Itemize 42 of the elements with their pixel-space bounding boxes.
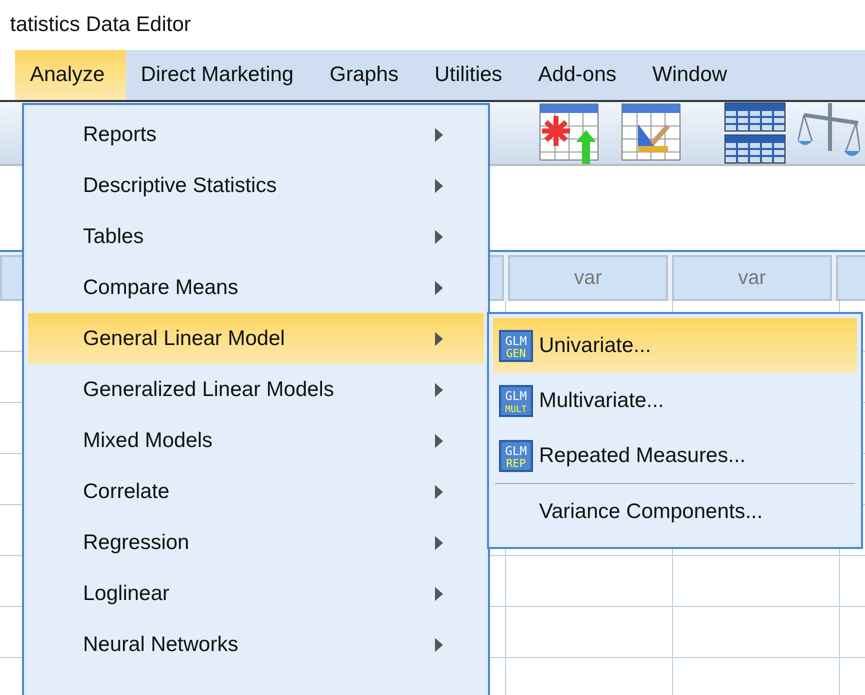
menu-item[interactable]: Neural Networks <box>28 619 484 670</box>
glm-icon: GLM MULT <box>499 384 533 416</box>
menu-item[interactable]: GLM REP Repeated Measures... <box>493 428 857 483</box>
menu-item-label: Univariate... <box>539 334 652 358</box>
insert-cases-icon[interactable] <box>538 102 600 164</box>
menu-item-label: Loglinear <box>83 582 170 606</box>
menu-item[interactable]: Descriptive Statistics <box>28 160 484 211</box>
menu-bar-item[interactable]: Window <box>637 50 748 100</box>
menu-item[interactable]: Compare Means <box>28 262 484 313</box>
menu-bar-item[interactable]: Add-ons <box>523 50 638 100</box>
menu-item[interactable]: Reports <box>28 109 484 160</box>
menu-item-label: Mixed Models <box>83 428 214 452</box>
menu-item-label: General Linear Model <box>83 326 286 350</box>
menu-bar-item[interactable]: Analyze <box>15 50 126 100</box>
menu-item[interactable]: General Linear Model <box>28 313 484 364</box>
glm-icon: GLM GEN <box>499 330 533 362</box>
menu-item-label: Generalized Linear Models <box>83 378 335 402</box>
menu-item[interactable]: Variance Components... <box>493 484 857 539</box>
menu-item-label: Multivariate... <box>539 388 664 412</box>
menu-item[interactable]: Correlate <box>28 466 484 517</box>
menu-item-label: Tables <box>83 224 145 248</box>
menu-item[interactable]: GLM MULT Multivariate... <box>493 373 857 428</box>
menu-item-label: Descriptive Statistics <box>83 174 278 198</box>
menu-item-label: Correlate <box>83 480 170 504</box>
menu-bar-item[interactable]: Utilities <box>419 50 524 100</box>
menu-item-label: Variance Components... <box>539 500 763 524</box>
menu-item[interactable]: Loglinear <box>28 568 484 619</box>
menu-item[interactable]: Tables <box>28 211 484 262</box>
menu-item[interactable]: GLM GEN Univariate... <box>493 318 857 373</box>
menu-bar-item[interactable]: Graphs <box>314 50 420 100</box>
split-table-icon[interactable] <box>724 101 786 165</box>
glm-icon: GLM REP <box>499 440 533 472</box>
menu-item-label: Compare Means <box>83 276 240 300</box>
menu-item-label: Reports <box>83 122 158 146</box>
menu-item[interactable]: Regression <box>28 517 484 568</box>
menu-item-label: Neural Networks <box>83 632 240 656</box>
window-title: tatistics Data Editor <box>10 13 191 37</box>
menu-item[interactable]: Mixed Models <box>28 415 484 466</box>
menu-item-label: Repeated Measures... <box>539 444 746 468</box>
menu-item[interactable]: Generalized Linear Models <box>28 364 484 415</box>
menu-bar-item[interactable]: Direct Marketing <box>126 50 315 100</box>
menu-item-label: Regression <box>83 530 190 554</box>
